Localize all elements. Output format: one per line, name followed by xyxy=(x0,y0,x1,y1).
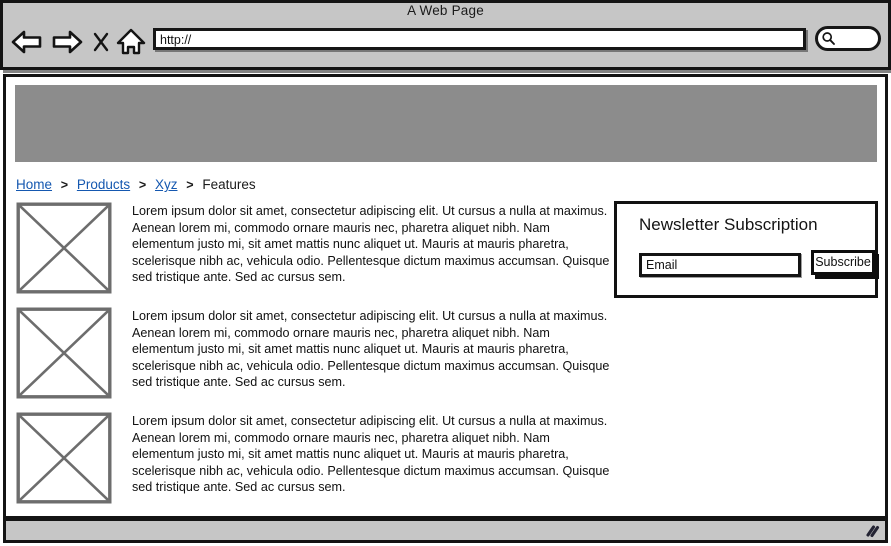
content-paragraph: Lorem ipsum dolor sit amet, consectetur … xyxy=(132,204,610,285)
back-arrow-icon[interactable] xyxy=(10,26,44,58)
content-row: Lorem ipsum dolor sit amet, consectetur … xyxy=(16,202,616,298)
breadcrumb-item-xyz[interactable]: Xyz xyxy=(155,177,178,192)
browser-chrome-panel: A Web Page http:// xyxy=(0,0,891,70)
breadcrumb-item-home[interactable]: Home xyxy=(16,177,52,192)
browser-toolbar: http:// xyxy=(0,22,891,62)
email-field[interactable]: Email xyxy=(639,253,801,277)
breadcrumb-separator-icon: > xyxy=(186,178,194,192)
breadcrumb-separator-icon: > xyxy=(138,178,147,192)
search-input[interactable] xyxy=(815,26,881,51)
forward-arrow-icon[interactable] xyxy=(50,26,84,58)
browser-window: A Web Page http:// Home > Products > Xyz… xyxy=(0,0,891,546)
subscribe-button[interactable]: Subscribe xyxy=(811,250,875,275)
image-placeholder xyxy=(16,307,112,399)
url-bar[interactable]: http:// xyxy=(153,28,806,50)
content-row: Lorem ipsum dolor sit amet, consectetur … xyxy=(16,307,616,403)
subscribe-button-label: Subscribe xyxy=(815,255,871,269)
home-icon[interactable] xyxy=(114,26,148,58)
content-paragraph: Lorem ipsum dolor sit amet, consectetur … xyxy=(132,309,610,390)
breadcrumb-separator-icon: > xyxy=(60,178,69,192)
hero-banner xyxy=(15,85,877,162)
url-input-value: http:// xyxy=(160,33,192,47)
breadcrumb: Home > Products > Xyz > Features xyxy=(16,175,256,195)
stop-x-icon[interactable] xyxy=(90,26,112,58)
window-title: A Web Page xyxy=(407,3,484,18)
resize-grip-icon[interactable] xyxy=(865,524,880,538)
breadcrumb-item-features: Features xyxy=(202,177,256,192)
image-placeholder xyxy=(16,412,112,504)
content-row: Lorem ipsum dolor sit amet, consectetur … xyxy=(16,412,616,508)
status-bar xyxy=(3,518,888,543)
image-placeholder xyxy=(16,202,112,294)
search-magnifier-icon xyxy=(821,31,836,46)
breadcrumb-item-products[interactable]: Products xyxy=(77,177,130,192)
page-viewport: Home > Products > Xyz > Features Lorem i… xyxy=(3,74,888,519)
newsletter-title: Newsletter Subscription xyxy=(639,215,818,234)
email-field-value: Email xyxy=(646,258,678,272)
content-paragraph: Lorem ipsum dolor sit amet, consectetur … xyxy=(132,414,610,495)
newsletter-subscription-panel: Newsletter Subscription Email Subscribe xyxy=(614,201,878,298)
